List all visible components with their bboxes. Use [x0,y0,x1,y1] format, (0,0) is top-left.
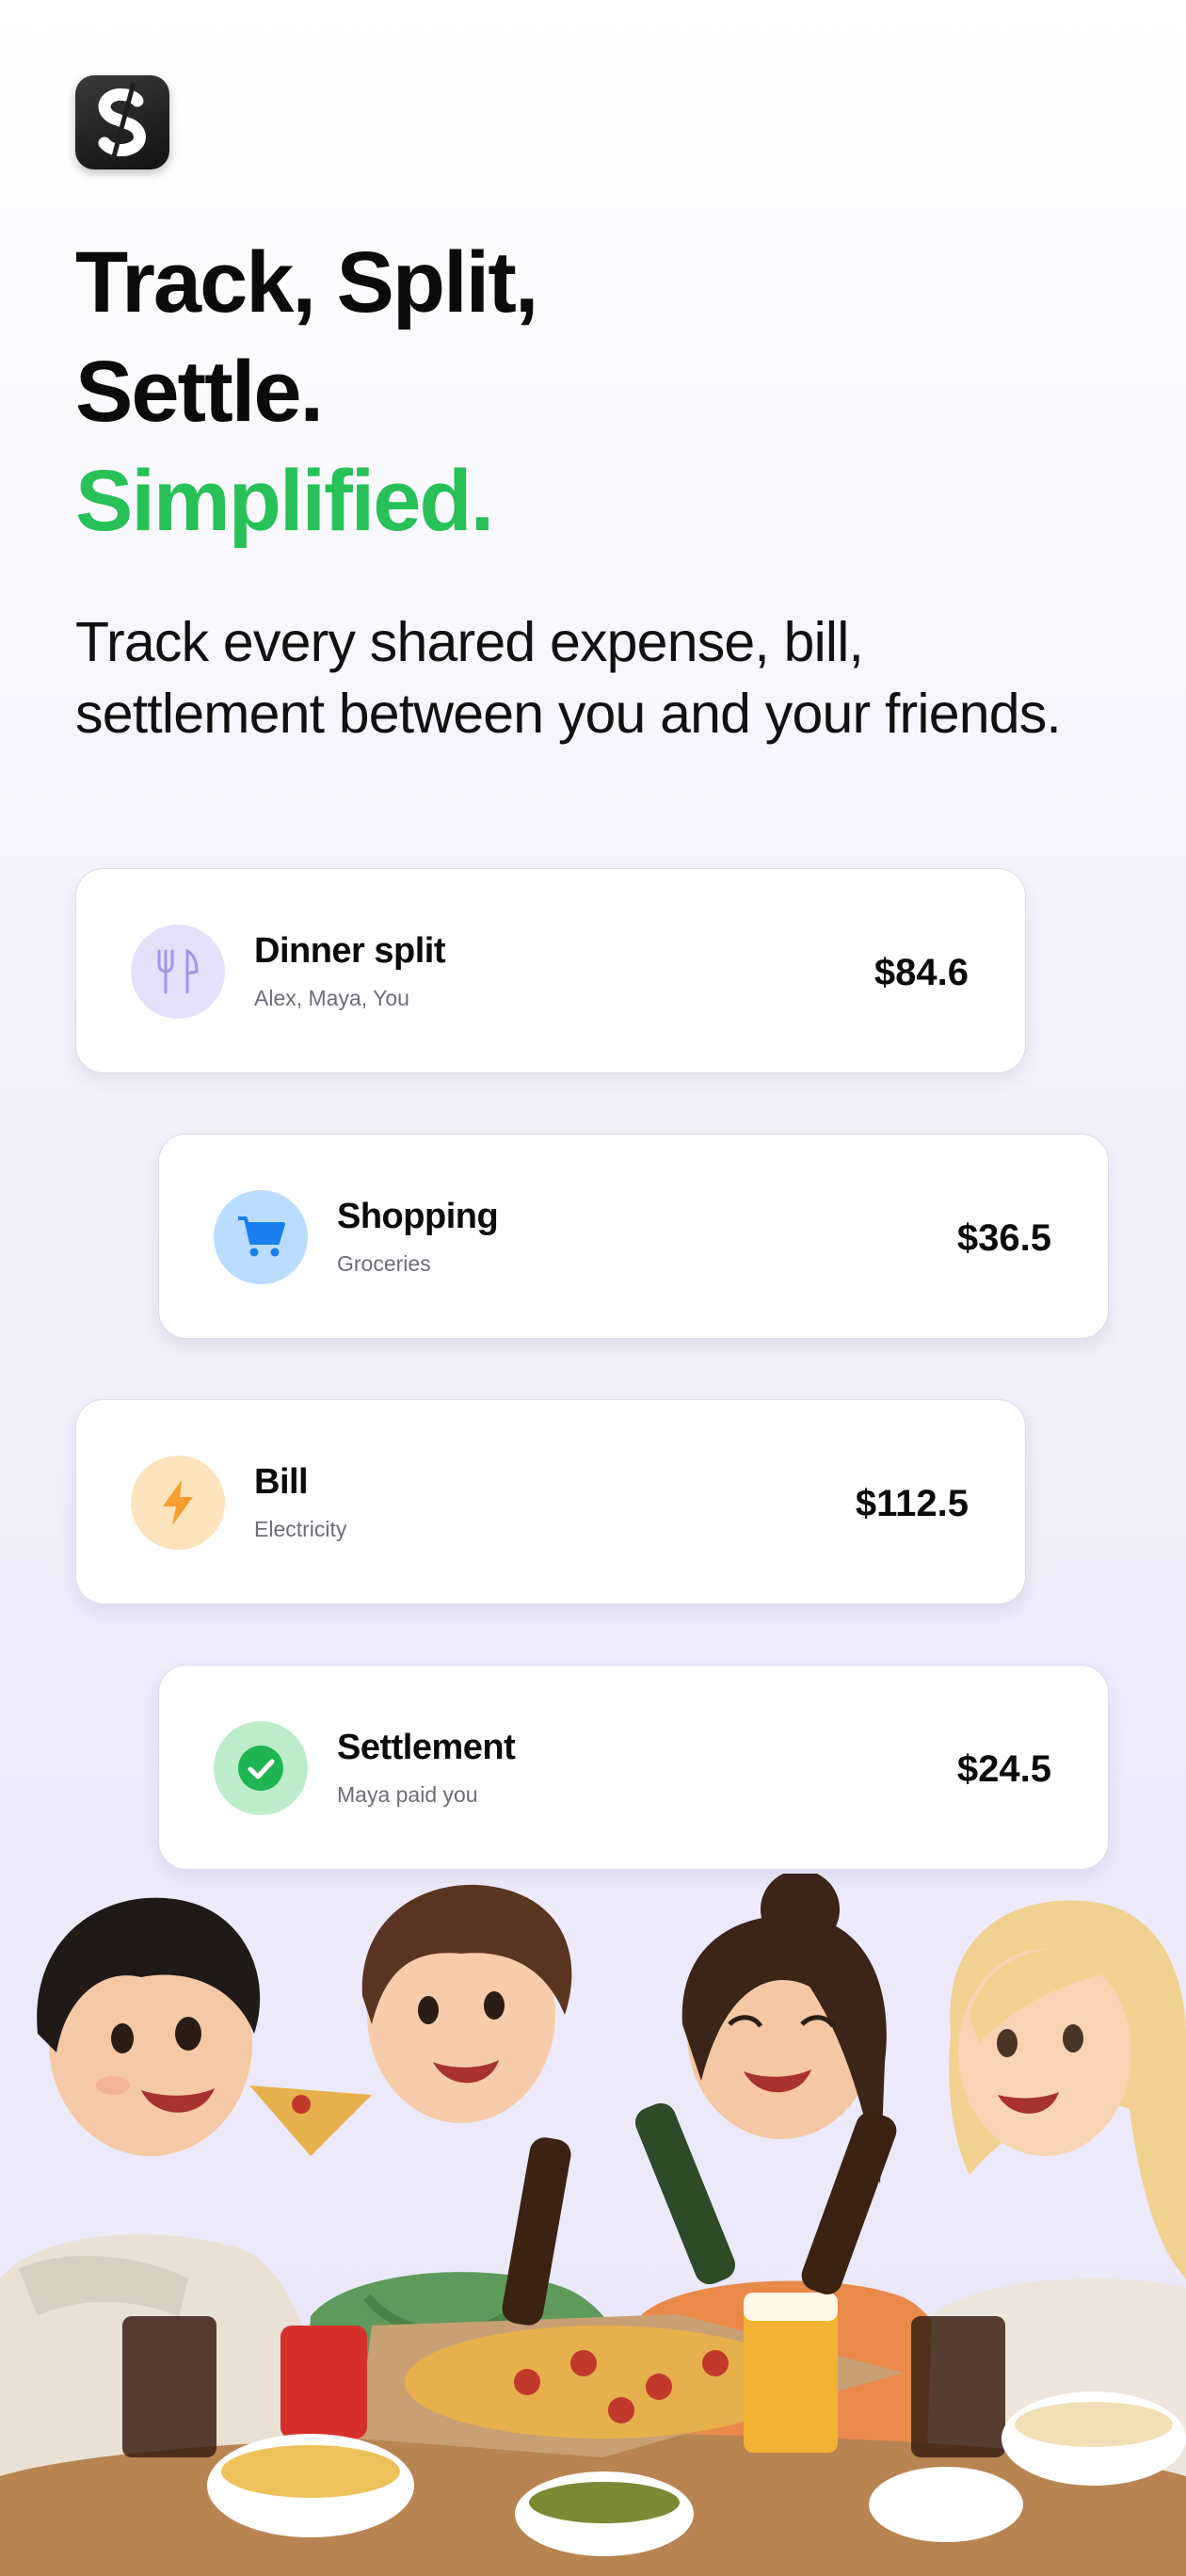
friends-dinner-svg [0,1874,1186,2576]
expense-card-shopping[interactable]: Shopping Groceries $36.5 [158,1134,1109,1339]
logo-s-icon [98,82,146,161]
bottle-2 [634,2102,736,2285]
card-subtitle: Groceries [337,1251,431,1276]
hero-headline: Track, Split, Settle. Simplified. [75,228,538,555]
cola-glass-right [911,2316,1005,2457]
card-amount: $24.5 [956,1748,1051,1790]
card-title: Shopping [337,1197,499,1236]
card-title: Dinner split [254,931,446,971]
hero-subtitle: Track every shared expense, bill, settle… [75,606,1130,749]
nuts-bowl-small [869,2467,1023,2542]
check-circle-icon [238,1746,283,1791]
expense-card-settlement[interactable]: Settlement Maya paid you $24.5 [158,1665,1109,1870]
card-amount: $112.5 [855,1483,969,1524]
settlement-icon-badge [214,1721,308,1815]
beer-glass [744,2302,838,2453]
card-amount: $36.5 [956,1217,1051,1259]
app-logo [75,75,169,169]
card-title: Bill [254,1462,309,1502]
hero-line-1: Track, Split, [75,234,538,330]
expense-card-dinner[interactable]: Dinner split Alex, Maya, You $84.6 [75,868,1026,1073]
dinner-icon-badge [131,925,225,1019]
subtitle-line-2: settlement between you and your friends. [75,683,1062,745]
card-amount: $84.6 [873,952,969,993]
hero-line-2: Settle. [75,344,324,440]
pizza [405,2326,800,2439]
cola-glass-left [122,2316,216,2457]
lightning-bolt-icon [163,1480,193,1525]
friends-dinner-illustration [0,1874,1186,2576]
soda-can [280,2326,367,2439]
expense-card-bill[interactable]: Bill Electricity $112.5 [75,1399,1026,1604]
card-title: Settlement [337,1728,516,1767]
card-subtitle: Electricity [254,1517,347,1541]
pizza-slice [249,2085,372,2156]
bottle-3 [801,2112,897,2294]
card-subtitle: Alex, Maya, You [254,986,409,1010]
card-subtitle: Maya paid you [337,1782,478,1807]
fork-knife-icon [157,948,199,994]
shopping-cart-icon [238,1216,285,1257]
subtitle-line-1: Track every shared expense, bill, [75,611,864,673]
shopping-icon-badge [214,1190,308,1284]
hero-line-accent: Simplified. [75,453,494,549]
bill-icon-badge [131,1456,225,1550]
